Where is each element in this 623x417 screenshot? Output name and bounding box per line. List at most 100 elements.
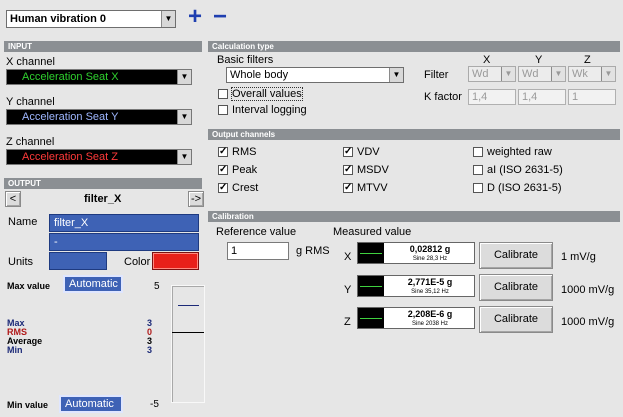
calibration-header: Calibration bbox=[208, 211, 620, 222]
cal-z-reading: 2,208E-6 g Sine 2038 Hz bbox=[357, 307, 475, 329]
basic-filters-label: Basic filters bbox=[217, 54, 274, 66]
overall-values-label: Overall values bbox=[231, 87, 303, 101]
output-channel-checkbox[interactable]: ✓ bbox=[343, 183, 353, 193]
kfactor-x-field[interactable]: 1,4 bbox=[468, 89, 516, 105]
output-channel-label: MTVV bbox=[357, 182, 388, 194]
filter-y-select[interactable]: Wd ▼ bbox=[518, 66, 566, 82]
max-value-label: Max value bbox=[7, 281, 51, 291]
overall-values-checkbox[interactable] bbox=[218, 89, 228, 99]
cal-z-sensitivity: 1000 mV/g bbox=[561, 316, 615, 328]
cal-x-sine: Sine 28,3 Hz bbox=[412, 256, 448, 262]
output-section-header: OUTPUT bbox=[4, 178, 202, 189]
output-channel-label: VDV bbox=[357, 146, 380, 158]
kfactor-z-field[interactable]: 1 bbox=[568, 89, 616, 105]
z-channel-label: Z channel bbox=[6, 136, 55, 148]
chevron-left-icon: < bbox=[9, 193, 17, 205]
cal-x-sensitivity: 1 mV/g bbox=[561, 251, 596, 263]
filter-z-value: Wk bbox=[572, 68, 588, 80]
output-channel-checkbox[interactable]: ✓ bbox=[343, 147, 353, 157]
cal-z-value: 2,208E-6 g bbox=[407, 309, 453, 319]
z-channel-select[interactable]: Acceleration Seat Z ▼ bbox=[6, 149, 192, 165]
color-label: Color bbox=[124, 256, 151, 268]
reference-value-field[interactable]: 1 bbox=[227, 242, 289, 260]
level-gauge bbox=[171, 285, 205, 403]
output-channel-checkbox[interactable]: ✓ bbox=[218, 165, 228, 175]
cal-axis-z: Z bbox=[344, 316, 351, 328]
signal-scope-y bbox=[358, 276, 384, 296]
kfactor-y-field[interactable]: 1,4 bbox=[518, 89, 566, 105]
signal-scope-x bbox=[358, 243, 384, 263]
output-channel-checkbox[interactable] bbox=[473, 183, 483, 193]
name-field-2[interactable]: - bbox=[49, 233, 199, 251]
gauge-max-marker bbox=[178, 305, 199, 306]
chevron-down-icon: ▼ bbox=[177, 70, 191, 84]
cal-y-value: 2,771E-5 g bbox=[407, 277, 453, 287]
output-channel-label: aI (ISO 2631-5) bbox=[487, 164, 563, 176]
chevron-down-icon: ▼ bbox=[551, 67, 565, 81]
add-profile-button[interactable]: + bbox=[186, 5, 204, 29]
chevron-down-icon: ▼ bbox=[177, 110, 191, 124]
scale-top-label: 5 bbox=[154, 281, 160, 292]
output-channel-checkbox[interactable] bbox=[473, 147, 483, 157]
calibrate-y-button[interactable]: Calibrate bbox=[479, 274, 553, 301]
signal-scope-z bbox=[358, 308, 384, 328]
output-channel-checkbox[interactable]: ✓ bbox=[218, 183, 228, 193]
reference-value-label: Reference value bbox=[216, 226, 297, 238]
calc-section-header: Calculation type bbox=[208, 41, 620, 52]
x-channel-label: X channel bbox=[6, 56, 55, 68]
measured-value-label: Measured value bbox=[333, 226, 412, 238]
chevron-down-icon: ▼ bbox=[177, 150, 191, 164]
interval-logging-label: Interval logging bbox=[232, 104, 307, 116]
cal-x-reading: 0,02812 g Sine 28,3 Hz bbox=[357, 242, 475, 264]
output-channel-checkbox[interactable]: ✓ bbox=[343, 165, 353, 175]
output-channel-label: Crest bbox=[232, 182, 259, 194]
prev-output-button[interactable]: < bbox=[5, 191, 21, 207]
calibrate-z-button[interactable]: Calibrate bbox=[479, 306, 553, 333]
max-automatic-button[interactable]: Automatic bbox=[63, 275, 123, 293]
remove-profile-button[interactable]: − bbox=[210, 5, 230, 29]
units-field[interactable] bbox=[49, 252, 107, 270]
stat-min-key: Min bbox=[7, 345, 23, 355]
kfactor-label: K factor bbox=[424, 91, 462, 103]
basic-filters-value: Whole body bbox=[230, 69, 289, 81]
min-value-label: Min value bbox=[7, 400, 49, 410]
profile-select[interactable]: Human vibration 0 ▼ bbox=[6, 10, 176, 28]
x-channel-select[interactable]: Acceleration Seat X ▼ bbox=[6, 69, 192, 85]
chevron-down-icon: ▼ bbox=[501, 67, 515, 81]
reference-unit-label: g RMS bbox=[296, 245, 330, 257]
filter-z-select[interactable]: Wk ▼ bbox=[568, 66, 616, 82]
cal-y-sine: Sine 35,12 Hz bbox=[411, 289, 449, 295]
output-channel-label: MSDV bbox=[357, 164, 389, 176]
z-channel-value: Acceleration Seat Z bbox=[22, 151, 118, 163]
filter-x-select[interactable]: Wd ▼ bbox=[468, 66, 516, 82]
output-channel-label: Peak bbox=[232, 164, 258, 176]
y-channel-value: Acceleration Seat Y bbox=[22, 111, 119, 123]
units-label: Units bbox=[8, 256, 34, 268]
color-swatch[interactable] bbox=[152, 252, 199, 270]
cal-axis-y: Y bbox=[344, 284, 352, 296]
y-channel-label: Y channel bbox=[6, 96, 55, 108]
cal-y-sensitivity: 1000 mV/g bbox=[561, 284, 615, 296]
next-output-button[interactable]: -> bbox=[188, 191, 204, 207]
output-channel-label: D (ISO 2631-5) bbox=[487, 182, 562, 194]
cal-x-value: 0,02812 g bbox=[409, 244, 451, 254]
chevron-down-icon: ▼ bbox=[389, 68, 403, 82]
output-channel-label: RMS bbox=[232, 146, 257, 158]
cal-y-reading: 2,771E-5 g Sine 35,12 Hz bbox=[357, 275, 475, 297]
plus-icon: + bbox=[187, 3, 202, 30]
cal-axis-x: X bbox=[344, 251, 352, 263]
output-filter-name: filter_X bbox=[84, 193, 122, 205]
output-channels-header: Output channels bbox=[208, 129, 620, 140]
y-channel-select[interactable]: Acceleration Seat Y ▼ bbox=[6, 109, 192, 125]
min-automatic-button[interactable]: Automatic bbox=[59, 395, 123, 413]
filter-y-value: Wd bbox=[522, 68, 539, 80]
calibrate-x-button[interactable]: Calibrate bbox=[479, 242, 553, 269]
scale-bottom-label: -5 bbox=[150, 399, 159, 410]
interval-logging-checkbox[interactable] bbox=[218, 105, 228, 115]
output-channel-checkbox[interactable]: ✓ bbox=[218, 147, 228, 157]
output-channel-checkbox[interactable] bbox=[473, 165, 483, 175]
basic-filters-select[interactable]: Whole body ▼ bbox=[226, 67, 404, 83]
x-channel-value: Acceleration Seat X bbox=[22, 71, 119, 83]
filter-x-value: Wd bbox=[472, 68, 489, 80]
name-field[interactable]: filter_X bbox=[49, 214, 199, 232]
